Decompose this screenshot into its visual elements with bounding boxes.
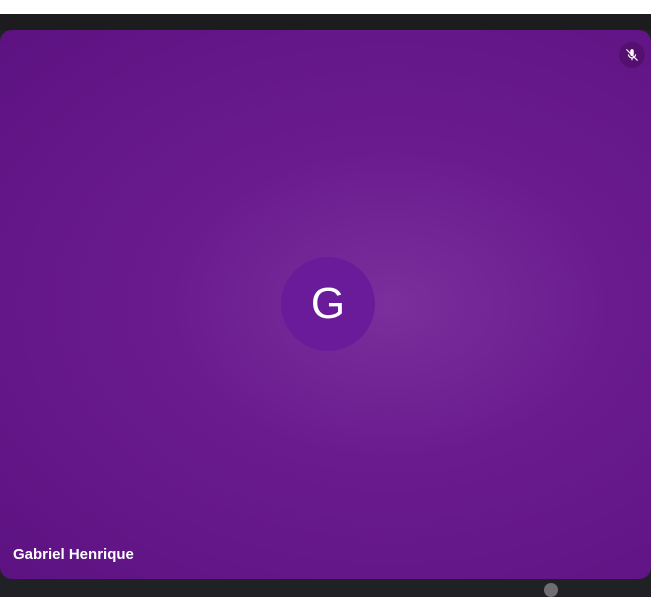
participant-video-tile[interactable]: G Gabriel Henrique [0, 30, 651, 579]
avatar-initial: G [310, 279, 346, 328]
scroll-indicator[interactable] [544, 583, 558, 597]
top-bar [0, 0, 651, 30]
mic-off-indicator [619, 42, 645, 68]
participant-name: Gabriel Henrique [13, 546, 134, 563]
avatar: G [281, 257, 375, 351]
mic-off-icon [626, 49, 638, 61]
